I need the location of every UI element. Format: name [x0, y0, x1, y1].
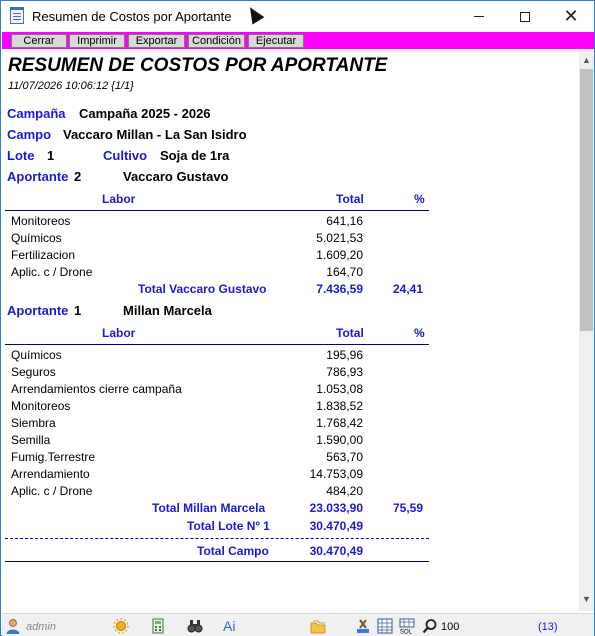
contributor-label: Aportante	[7, 303, 69, 318]
mouse-cursor-icon	[244, 3, 265, 25]
subtotal-label: Total Millan Marcela	[152, 501, 266, 515]
dashed-separator	[5, 538, 429, 539]
status-bar: admin Ai SQL 100 (13)	[2, 613, 594, 636]
lot-total-label: Total Lote Nº 1	[187, 519, 270, 533]
close-button[interactable]: ✕	[548, 1, 594, 32]
row-total: 14.753,09	[309, 467, 363, 481]
report-title: RESUMEN DE COSTOS POR APORTANTE	[8, 55, 388, 76]
contributor-name: Vaccaro Gustavo	[123, 169, 229, 184]
row-labor: Arrendamientos cierre campaña	[11, 382, 182, 396]
minimize-button[interactable]	[456, 1, 502, 32]
contributor-number: 2	[74, 169, 82, 184]
maximize-button[interactable]	[502, 1, 548, 32]
row-total: 641,16	[326, 214, 363, 228]
scroll-down-icon[interactable]: ▼	[579, 592, 594, 606]
lot-label: Lote	[7, 148, 35, 163]
row-labor: Fumig.Terrestre	[11, 450, 96, 464]
row-total: 1.053,08	[316, 382, 363, 396]
maximize-icon	[520, 11, 530, 22]
row-labor: Fertilizacion	[11, 248, 76, 262]
row-total: 1.838,52	[316, 399, 363, 413]
ai-label[interactable]: Ai	[223, 618, 235, 634]
column-header-percent: %	[414, 192, 425, 206]
scroll-thumb[interactable]	[580, 69, 593, 331]
report-datetime: 11/07/2026 10:06:12 {1/1}	[8, 80, 134, 92]
row-total: 195,96	[326, 348, 363, 362]
row-labor: Siembra	[11, 416, 56, 430]
header-rule	[5, 210, 429, 211]
column-header-labor: Labor	[102, 326, 136, 340]
row-total: 1.609,20	[316, 248, 363, 262]
footer-rule	[5, 561, 429, 562]
row-total: 5.021,53	[316, 231, 363, 245]
field-label: Campo	[7, 127, 52, 142]
campaign-value: Campaña 2025 - 2026	[79, 106, 211, 121]
row-labor: Monitoreos	[11, 214, 71, 228]
row-labor: Monitoreos	[11, 399, 71, 413]
crop-label: Cultivo	[103, 148, 148, 163]
header-rule	[5, 344, 429, 345]
row-total: 484,20	[326, 484, 363, 498]
calculator-icon[interactable]	[150, 618, 166, 634]
lot-total-value: 30.470,49	[309, 519, 363, 533]
column-header-total: Total	[336, 326, 364, 340]
close-report-button[interactable]: Cerrar	[11, 34, 67, 48]
zoom-level: 100	[441, 621, 460, 633]
lot-value: 1	[47, 148, 55, 163]
row-total: 563,70	[326, 450, 363, 464]
field-total-value: 30.470,49	[309, 544, 363, 558]
row-labor: Aplic. c / Drone	[11, 484, 93, 498]
row-labor: Arrendamiento	[11, 467, 90, 481]
vertical-scrollbar[interactable]: ▲ ▼	[579, 49, 594, 611]
row-total: 1.590,00	[316, 433, 363, 447]
record-count: (13)	[538, 621, 558, 633]
row-labor: Aplic. c / Drone	[11, 265, 93, 279]
window-title: Resumen de Costos por Aportante	[32, 9, 232, 24]
column-header-percent: %	[414, 326, 425, 340]
crop-value: Soja de 1ra	[160, 148, 230, 163]
sun-icon[interactable]	[113, 618, 129, 634]
contributor-number: 1	[74, 303, 82, 318]
sql-icon[interactable]: SQL	[399, 618, 415, 634]
condition-button[interactable]: Condición	[188, 34, 245, 48]
subtotal-label: Total Vaccaro Gustavo	[138, 282, 267, 296]
contributor-name: Millan Marcela	[123, 303, 212, 318]
row-labor: Químicos	[11, 348, 62, 362]
field-total-label: Total Campo	[197, 544, 269, 558]
column-header-total: Total	[336, 192, 364, 206]
title-bar[interactable]: Resumen de Costos por Aportante ✕	[1, 1, 594, 32]
column-header-labor: Labor	[102, 192, 136, 206]
user-name: admin	[26, 621, 56, 633]
user-icon	[6, 619, 20, 634]
row-labor: Semilla	[11, 433, 51, 447]
print-button[interactable]: Imprimir	[69, 34, 125, 48]
tools-icon[interactable]	[355, 618, 371, 634]
close-icon: ✕	[563, 5, 579, 27]
subtotal-percent: 24,41	[392, 282, 423, 296]
grid-icon[interactable]	[377, 618, 393, 634]
binoculars-icon[interactable]	[187, 618, 203, 634]
folder-icon[interactable]	[310, 619, 326, 635]
app-window: Resumen de Costos por Aportante ✕ Cerrar…	[0, 0, 595, 636]
row-total: 1.768,42	[316, 416, 363, 430]
toolbar: Cerrar Imprimir Exportar Condición Ejecu…	[2, 32, 594, 49]
subtotal-value: 7.436,59	[316, 282, 363, 296]
app-icon	[10, 7, 24, 24]
contributor-label: Aportante	[7, 169, 69, 184]
zoom-icon[interactable]	[422, 618, 438, 634]
report-view[interactable]: RESUMEN DE COSTOS POR APORTANTE 11/07/20…	[2, 49, 579, 611]
row-total: 164,70	[326, 265, 363, 279]
campaign-label: Campaña	[7, 106, 66, 121]
minimize-icon	[474, 16, 484, 17]
scroll-up-icon[interactable]: ▲	[579, 53, 594, 67]
field-value: Vaccaro Millan - La San Isidro	[63, 127, 247, 142]
row-total: 786,93	[326, 365, 363, 379]
execute-button[interactable]: Ejecutar	[248, 34, 304, 48]
svg-text:SQL: SQL	[400, 630, 413, 635]
row-labor: Químicos	[11, 231, 62, 245]
subtotal-value: 23.033,90	[309, 501, 363, 515]
export-button[interactable]: Exportar	[128, 34, 185, 48]
row-labor: Seguros	[11, 365, 56, 379]
subtotal-percent: 75,59	[392, 501, 423, 515]
